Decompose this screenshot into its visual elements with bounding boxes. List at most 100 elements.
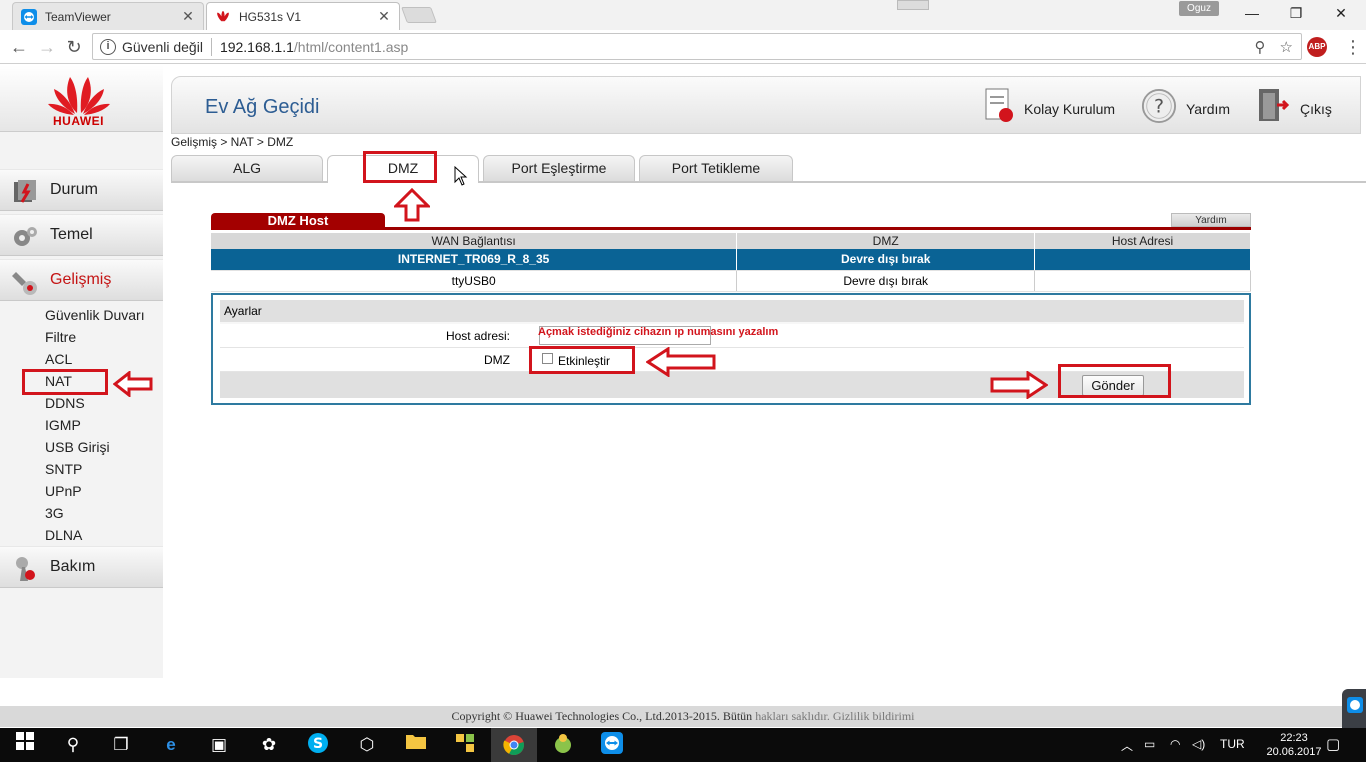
- key-icon[interactable]: ⚲: [1255, 38, 1266, 56]
- tab-port-eslestirme[interactable]: Port Eşleştirme: [483, 155, 635, 181]
- highlight-enable: [529, 346, 635, 374]
- security-status: Güvenli değil: [122, 38, 203, 55]
- forward-arrow-icon[interactable]: →: [36, 36, 58, 58]
- new-tab-button[interactable]: [401, 7, 437, 23]
- column-header: DMZ: [736, 233, 1036, 249]
- submenu-item-usb-girisi[interactable]: USB Girişi: [45, 439, 110, 455]
- exit-icon[interactable]: [1255, 87, 1291, 125]
- page-header: Ev Ağ Geçidi Kolay Kurulum ? Yardım Çıkı…: [171, 76, 1361, 134]
- file-explorer-icon[interactable]: [403, 732, 429, 758]
- breadcrumb: Gelişmiş > NAT > DMZ: [171, 135, 294, 149]
- submenu-item-dlna[interactable]: DLNA: [45, 527, 82, 543]
- tray-chevron-icon[interactable]: ︿: [1121, 737, 1133, 754]
- browser-tab-hg531s[interactable]: HG531s V1 ✕: [206, 2, 400, 30]
- battery-icon[interactable]: ▭: [1144, 737, 1155, 751]
- browser-tab-teamviewer[interactable]: TeamViewer ✕: [12, 2, 204, 30]
- skype-icon[interactable]: S: [305, 732, 331, 758]
- page-tab-row: ALG DMZ Port Eşleştirme Port Tetikleme: [171, 155, 1366, 183]
- submenu-item-acl[interactable]: ACL: [45, 351, 72, 367]
- system-clock[interactable]: 22:23 20.06.2017: [1264, 731, 1324, 759]
- help-icon[interactable]: ?: [1141, 87, 1177, 125]
- page-footer: Copyright © Huawei Technologies Co., Ltd…: [0, 706, 1366, 727]
- tab-port-tetikleme[interactable]: Port Tetikleme: [639, 155, 793, 181]
- browser-menu-icon[interactable]: ⋮: [1344, 36, 1362, 58]
- app-icon[interactable]: ✿: [256, 732, 282, 758]
- windows-taskbar: ⚲ ❐ e ▣ ✿ S ⬡ ︿ ▭ ◠ ◁) TUR 22:23 20.06.2…: [0, 728, 1366, 762]
- network-app-icon[interactable]: [452, 732, 478, 758]
- adblock-plus-icon[interactable]: ABP: [1307, 37, 1327, 57]
- task-view-icon[interactable]: ❐: [108, 732, 134, 758]
- apps-grid-icon[interactable]: [897, 0, 929, 10]
- highlight-dmz-tab: [363, 151, 437, 183]
- close-tab-icon[interactable]: ✕: [181, 8, 195, 25]
- table-row[interactable]: INTERNET_TR069_R_8_35 Devre dışı bırak: [211, 249, 1251, 271]
- notifications-icon[interactable]: ▢: [1326, 735, 1340, 753]
- submenu-item-filtre[interactable]: Filtre: [45, 329, 76, 345]
- app-icon[interactable]: [550, 732, 576, 758]
- virtualbox-icon[interactable]: ⬡: [354, 732, 380, 758]
- arrow-right-icon: [990, 371, 1048, 399]
- panel-header: DMZ Host Yardım: [211, 213, 1251, 230]
- restore-icon[interactable]: ❐: [1286, 4, 1306, 22]
- sidebar-item-bakim[interactable]: Bakım: [0, 546, 163, 588]
- close-window-icon[interactable]: ✕: [1331, 4, 1351, 22]
- column-header: WAN Bağlantısı: [211, 233, 738, 249]
- panel-help-button[interactable]: Yardım: [1171, 213, 1251, 227]
- divider: [210, 37, 212, 56]
- wifi-icon[interactable]: ◠: [1170, 737, 1180, 751]
- table-header-row: WAN Bağlantısı DMZ Host Adresi: [211, 233, 1251, 249]
- chrome-icon[interactable]: [491, 728, 537, 762]
- teamviewer-favicon-icon: [21, 8, 37, 25]
- table-cell: [1034, 249, 1251, 271]
- tab-title: TeamViewer: [45, 9, 111, 24]
- submenu-item-sntp[interactable]: SNTP: [45, 461, 82, 477]
- table-row[interactable]: ttyUSB0 Devre dışı bırak: [211, 270, 1251, 292]
- language-indicator[interactable]: TUR: [1220, 737, 1245, 751]
- easy-setup-link[interactable]: Kolay Kurulum: [1024, 101, 1115, 117]
- wan-table: WAN Bağlantısı DMZ Host Adresi INTERNET_…: [211, 233, 1251, 292]
- submenu-item-guvenlik-duvari[interactable]: Güvenlik Duvarı: [45, 307, 145, 323]
- reload-icon[interactable]: ↻: [63, 36, 85, 58]
- search-icon[interactable]: ⚲: [60, 732, 86, 758]
- submenu-item-3g[interactable]: 3G: [45, 505, 64, 521]
- logo-text: HUAWEI: [53, 114, 104, 128]
- help-link[interactable]: Yardım: [1186, 101, 1230, 117]
- column-header: Host Adresi: [1034, 233, 1251, 249]
- easy-setup-icon[interactable]: [982, 87, 1018, 125]
- privacy-link[interactable]: Gizlilik bildirimi: [833, 709, 915, 723]
- volume-icon[interactable]: ◁): [1192, 737, 1205, 751]
- table-cell: Devre dışı bırak: [736, 249, 1036, 271]
- sidebar-item-temel[interactable]: Temel: [0, 214, 163, 256]
- table-cell: ttyUSB0: [211, 270, 738, 292]
- arrow-left-icon: [113, 371, 153, 397]
- clock-date: 20.06.2017: [1266, 746, 1322, 758]
- advanced-icon: [12, 272, 37, 295]
- info-icon[interactable]: i: [100, 38, 116, 55]
- edge-icon[interactable]: e: [158, 732, 184, 758]
- huawei-flower-icon: [48, 77, 110, 115]
- sidebar-item-gelismis[interactable]: Gelişmiş: [0, 259, 163, 301]
- browser-toolbar: ← → ↻ i Güvenli değil 192.168.1.1 /html/…: [0, 30, 1366, 64]
- host-address-label: Host adresi:: [445, 329, 510, 343]
- sidebar-item-label: Bakım: [50, 558, 96, 575]
- close-tab-icon[interactable]: ✕: [377, 8, 391, 25]
- back-arrow-icon[interactable]: ←: [8, 36, 30, 58]
- profile-badge[interactable]: Oguz: [1179, 1, 1219, 16]
- address-bar[interactable]: i Güvenli değil 192.168.1.1 /html/conten…: [92, 33, 1302, 60]
- submenu-item-igmp[interactable]: IGMP: [45, 417, 81, 433]
- sidebar-item-durum[interactable]: Durum: [0, 169, 163, 211]
- table-cell: INTERNET_TR069_R_8_35: [211, 249, 738, 271]
- clock-time: 22:23: [1280, 732, 1308, 744]
- teamviewer-taskbar-icon[interactable]: [599, 732, 625, 758]
- submenu-item-upnp[interactable]: UPnP: [45, 483, 82, 499]
- copyright-text: Copyright © Huawei Technologies Co., Ltd…: [451, 709, 756, 723]
- bookmark-star-icon[interactable]: ☆: [1280, 38, 1293, 56]
- store-icon[interactable]: ▣: [206, 732, 232, 758]
- minimize-icon[interactable]: —: [1242, 4, 1262, 22]
- submenu-item-ddns[interactable]: DDNS: [45, 395, 85, 411]
- exit-link[interactable]: Çıkış: [1300, 101, 1332, 117]
- windows-start-icon[interactable]: [12, 732, 38, 758]
- tab-alg[interactable]: ALG: [171, 155, 323, 181]
- sidebar-item-label: Gelişmiş: [50, 271, 112, 288]
- highlight-submit: [1058, 364, 1171, 398]
